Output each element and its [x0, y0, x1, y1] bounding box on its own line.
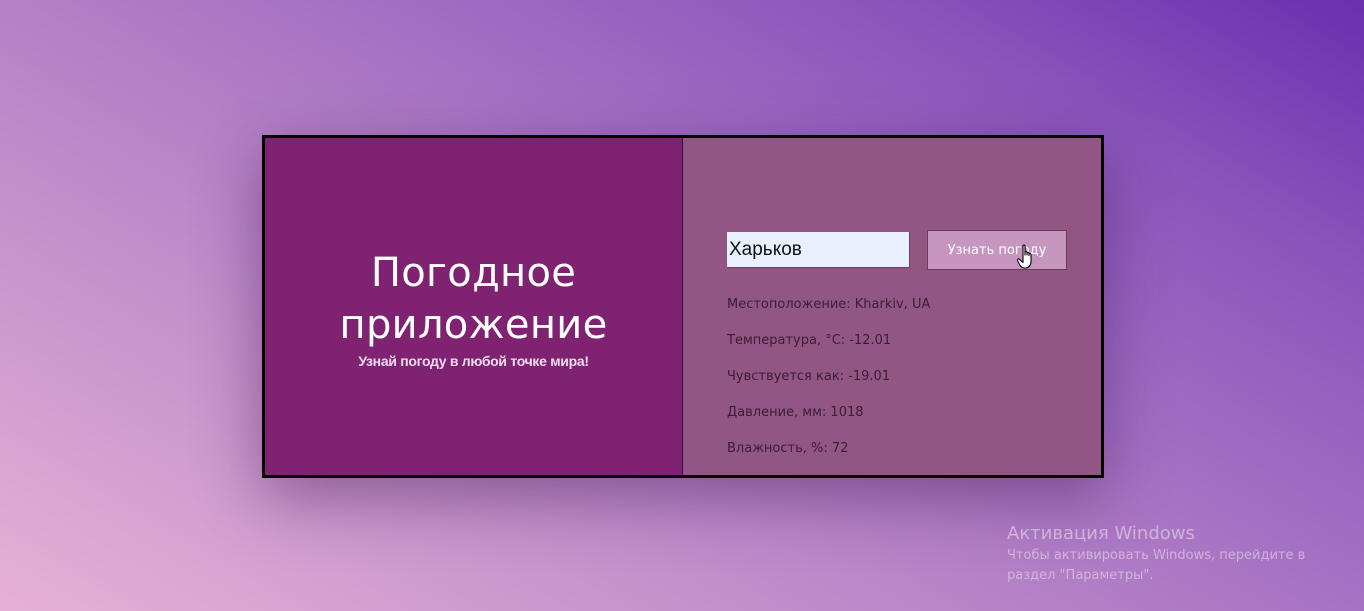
humidity-text: Влажность, %: 72: [727, 441, 849, 456]
watermark-title: Активация Windows: [1007, 523, 1195, 544]
app-subtitle: Узнай погоду в любой точке мира!: [358, 352, 589, 369]
temperature-text: Температура, °C: -12.01: [727, 333, 892, 348]
get-weather-button[interactable]: Узнать погоду: [927, 230, 1067, 270]
watermark-text: Чтобы активировать Windows, перейдите в …: [1007, 548, 1306, 583]
city-input[interactable]: [727, 232, 910, 268]
feels-like-text: Чувствуется как: -19.01: [727, 369, 891, 384]
windows-activation-watermark: Активация Windows Чтобы активировать Win…: [1007, 523, 1317, 586]
weather-info-list: Местоположение: Kharkiv, UA Температура,…: [727, 296, 930, 476]
pressure-text: Давление, мм: 1018: [727, 405, 864, 420]
location-text: Местоположение: Kharkiv, UA: [727, 297, 931, 312]
app-title: Погодное приложение: [339, 249, 608, 348]
weather-panel: Узнать погоду Местоположение: Kharkiv, U…: [683, 138, 1101, 475]
app-header-panel: Погодное приложение Узнай погоду в любой…: [265, 138, 683, 475]
weather-app: Погодное приложение Узнай погоду в любой…: [262, 135, 1104, 478]
